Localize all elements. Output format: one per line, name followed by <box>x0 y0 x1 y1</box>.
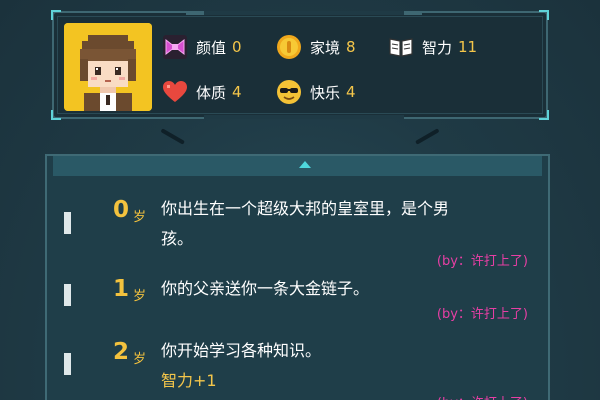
panel-corner <box>51 10 61 20</box>
event-age-unit: 岁 <box>133 289 147 304</box>
stat-value: 8 <box>346 38 356 56</box>
stat-value: 4 <box>232 83 242 101</box>
stat-value: 0 <box>232 38 242 56</box>
event-age: 0 <box>112 197 129 223</box>
stat-label: 快乐 <box>310 83 341 102</box>
stat-value: 4 <box>346 83 356 101</box>
stat-constitution: 体质 4 <box>162 79 242 105</box>
event-age-unit: 岁 <box>133 352 147 367</box>
pixel-character-portrait <box>64 23 152 111</box>
avatar[interactable] <box>64 23 152 111</box>
log-header-bar <box>53 156 542 176</box>
event-age: 1 <box>112 276 129 302</box>
event-text: 你开始学习各种知识。 智力+1 <box>161 336 521 396</box>
stat-label: 智力 <box>422 38 453 57</box>
event-text-line: 你出生在一个超级大邦的皇室里，是个男 <box>161 199 450 218</box>
stat-label: 颜值 <box>196 38 227 57</box>
coin-icon <box>277 35 301 59</box>
event-marker <box>64 353 71 375</box>
panel-frame-notch <box>204 115 404 119</box>
bow-icon <box>163 35 187 59</box>
attribute-panel: 颜值 0 家境 8 智力 11 体质 4 快乐 4 <box>51 10 549 120</box>
stat-intelligence: 智力 11 <box>388 34 477 60</box>
stat-label: 体质 <box>196 83 227 102</box>
panel-corner <box>51 110 61 120</box>
stat-happiness: 快乐 4 <box>276 79 356 105</box>
life-event-log[interactable]: 0 岁 你出生在一个超级大邦的皇室里，是个男 孩。 (by：许打上了) 1 岁 … <box>45 154 550 400</box>
book-icon <box>389 38 413 57</box>
panel-corner <box>539 110 549 120</box>
event-marker <box>64 212 71 234</box>
panel-frame-notch <box>186 11 422 15</box>
event-age: 2 <box>112 339 129 365</box>
event-text-line: 你开始学习各种知识。 <box>161 341 322 360</box>
stat-label: 家境 <box>310 38 341 57</box>
stat-family: 家境 8 <box>276 34 356 60</box>
heart-icon <box>163 81 187 102</box>
stat-appearance: 颜值 0 <box>162 34 242 60</box>
event-credit: (by：许打上了) <box>437 392 528 400</box>
event-age-unit: 岁 <box>133 210 147 225</box>
event-text: 你出生在一个超级大邦的皇室里，是个男 孩。 <box>161 194 521 254</box>
event-text: 你的父亲送你一条大金链子。 <box>161 274 521 304</box>
event-text-line: 你的父亲送你一条大金链子。 <box>161 279 370 298</box>
sunglasses-face-icon <box>277 80 301 104</box>
chevron-up-icon[interactable] <box>299 161 311 168</box>
event-credit: (by：许打上了) <box>436 254 528 269</box>
panel-corner <box>539 10 549 20</box>
event-credit: (by：许打上了) <box>436 307 528 322</box>
stat-value: 11 <box>458 38 478 56</box>
event-marker <box>64 284 71 306</box>
